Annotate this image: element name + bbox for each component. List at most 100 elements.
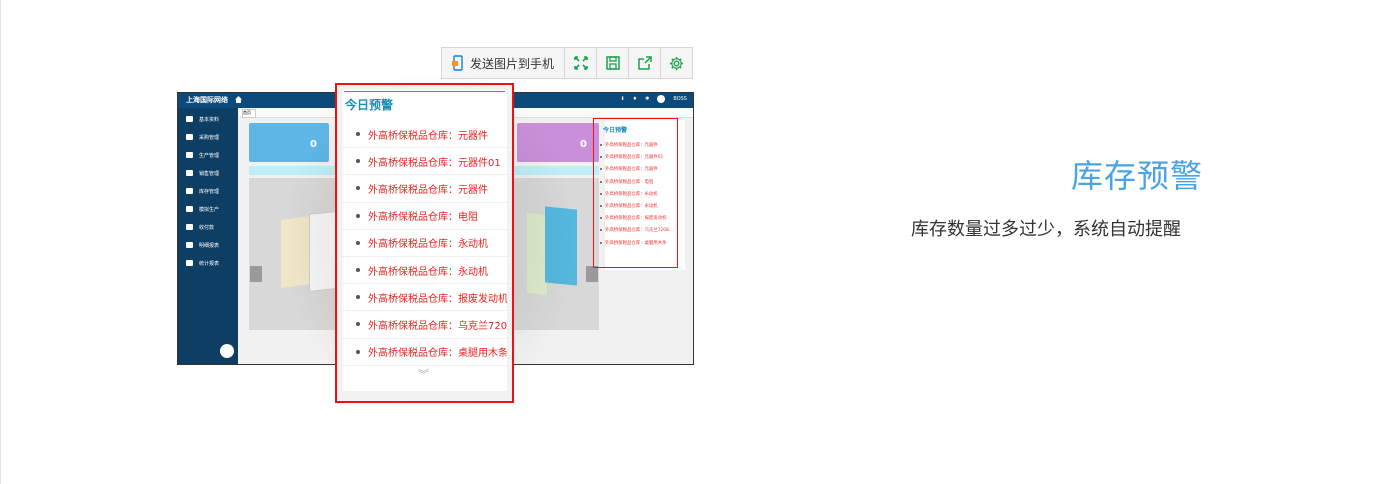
bullet-icon xyxy=(356,132,360,137)
carousel-next-icon xyxy=(586,266,598,282)
sidebar-item: 库存管理 xyxy=(178,182,238,200)
bullet-icon xyxy=(356,268,360,273)
menu-icon xyxy=(186,170,193,176)
tab-home: 首页 xyxy=(242,109,256,118)
alert-list-item[interactable]: 外高桥保税品仓库：元器件01 xyxy=(342,148,507,176)
bell-icon: ♦ xyxy=(632,96,638,102)
gear-icon: ✱ xyxy=(645,96,650,102)
alert-popup: 今日预警 外高桥保税品仓库：元器件 外高桥保税品仓库：元器件01 外高桥保税品仓… xyxy=(335,83,514,403)
sidebar-item: 统计报表 xyxy=(178,254,238,272)
list-item: 外高桥保税品仓库：元器件 xyxy=(600,163,673,175)
sidebar-item-label: 收付款 xyxy=(199,224,215,231)
sidebar-item: 基本资料 xyxy=(178,110,238,128)
list-item: 外高桥保税品仓库：元器件 xyxy=(600,139,673,151)
menu-icon xyxy=(186,134,193,140)
sidebar-item: 明细报表 xyxy=(178,236,238,254)
alert-list-item[interactable]: 外高桥保税品仓库：元器件 xyxy=(342,121,507,149)
carousel-prev-icon xyxy=(250,266,262,282)
alert-panel: 今日预警 外高桥保税品仓库：元器件 外高桥保税品仓库：元器件01 外高桥保税品仓… xyxy=(342,90,507,391)
bullet-icon xyxy=(356,295,360,300)
bullet-icon xyxy=(356,349,360,354)
save-button[interactable] xyxy=(597,48,630,78)
alert-item-text: 外高桥保税品仓库：乌克兰7208... xyxy=(368,320,507,332)
avatar xyxy=(657,95,666,103)
menu-icon xyxy=(186,116,193,122)
save-icon xyxy=(605,56,620,70)
alert-item-text: 外高桥保税品仓库：桌腿用木条 xyxy=(368,348,507,360)
bullet-icon xyxy=(356,322,360,327)
sidebar-item-label: 销售管理 xyxy=(199,170,220,177)
user-name: BOSS xyxy=(673,96,687,102)
list-item: 外高桥保税品仓库：桌腿用木条 xyxy=(600,237,673,249)
settings-icon xyxy=(669,56,684,70)
menu-icon xyxy=(186,206,193,212)
small-alert-list: 外高桥保税品仓库：元器件 外高桥保税品仓库：元器件01 外高桥保税品仓库：元器件… xyxy=(600,139,673,249)
list-item: 外高桥保税品仓库：电阻 xyxy=(600,176,673,188)
list-item: 外高桥保税品仓库：永动机 xyxy=(600,200,673,212)
app-brand: 上海国际网络 xyxy=(186,96,228,104)
alert-item-text: 外高桥保税品仓库：元器件 xyxy=(368,130,488,142)
search-icon xyxy=(186,242,193,248)
fullscreen-button[interactable] xyxy=(565,48,598,78)
alert-list: 外高桥保税品仓库：元器件 外高桥保税品仓库：元器件01 外高桥保税品仓库：元器件… xyxy=(342,121,507,366)
feature-title: 库存预警 xyxy=(1071,157,1204,195)
sidebar-item-label: 生产管理 xyxy=(199,152,220,159)
alert-item-text: 外高桥保税品仓库：元器件01 xyxy=(368,157,501,169)
bullet-icon xyxy=(356,240,360,245)
bullet-icon xyxy=(356,159,360,164)
alert-title: 今日预警 xyxy=(345,98,394,112)
alert-list-item[interactable]: 外高桥保税品仓库：永动机 xyxy=(342,257,507,285)
sidebar-item-label: 模拟生产 xyxy=(199,206,220,213)
menu-icon xyxy=(186,224,193,230)
list-item: 外高桥保税品仓库：永动机 xyxy=(600,188,673,200)
alert-item-text: 外高桥保税品仓库：报废发动机 xyxy=(368,293,507,305)
list-item: 外高桥保税品仓库：乌克兰7208... xyxy=(600,224,673,236)
small-alert-title: 今日预警 xyxy=(603,127,628,134)
send-to-phone-button[interactable]: 发送图片到手机 xyxy=(442,48,566,78)
collapse-icon xyxy=(220,344,234,358)
sidebar-item: 模拟生产 xyxy=(178,200,238,218)
app-sidebar: 基本资料 采购管理 生产管理 销售管理 库存管理 模拟生产 收付款 明细报表 统… xyxy=(178,108,238,364)
menu-icon xyxy=(186,188,193,194)
share-button[interactable] xyxy=(629,48,662,78)
alert-item-text: 外高桥保税品仓库：永动机 xyxy=(368,239,488,251)
sidebar-item: 收付款 xyxy=(178,218,238,236)
chevron-double-down-icon[interactable]: ︾ xyxy=(418,366,429,382)
panel-top-line xyxy=(344,91,505,92)
stat-value: 0 xyxy=(580,139,587,150)
alert-list-item[interactable]: 外高桥保税品仓库：永动机 xyxy=(342,230,507,257)
alert-item-text: 外高桥保税品仓库：永动机 xyxy=(368,266,488,278)
share-icon xyxy=(637,56,652,70)
alert-list-item[interactable]: 外高桥保税品仓库：乌克兰7208... xyxy=(342,311,507,339)
alert-list-item[interactable]: 外高桥保税品仓库：桌腿用木条 xyxy=(342,339,507,366)
topbar-user-area: ⬇ ♦ ✱ BOSS xyxy=(620,95,687,103)
menu-icon xyxy=(186,152,193,158)
bullet-icon xyxy=(356,186,360,191)
list-item: 外高桥保税品仓库：元器件01 xyxy=(600,151,673,163)
alert-list-item[interactable]: 外高桥保税品仓库：电阻 xyxy=(342,203,507,230)
sidebar-item: 生产管理 xyxy=(178,146,238,164)
alert-list-item[interactable]: 外高桥保税品仓库：报废发动机 xyxy=(342,284,507,312)
download-icon: ⬇ xyxy=(620,96,625,102)
sidebar-item-label: 基本资料 xyxy=(199,116,220,123)
feature-subtitle: 库存数量过多过少，系统自动提醒 xyxy=(911,219,1181,240)
sidebar-item-label: 统计报表 xyxy=(199,260,220,267)
send-to-phone-label: 发送图片到手机 xyxy=(470,56,555,71)
page-left-border xyxy=(0,0,1,484)
settings-button[interactable] xyxy=(661,48,692,78)
alert-item-text: 外高桥保税品仓库：电阻 xyxy=(368,212,478,224)
sidebar-item: 销售管理 xyxy=(178,164,238,182)
home-icon xyxy=(235,96,242,103)
bullet-icon xyxy=(356,213,360,218)
sidebar-item: 采购管理 xyxy=(178,128,238,146)
image-toolbar: 发送图片到手机 xyxy=(441,47,694,79)
sidebar-item-label: 采购管理 xyxy=(199,134,220,141)
alert-list-item[interactable]: 外高桥保税品仓库：元器件 xyxy=(342,175,507,203)
sidebar-item-label: 库存管理 xyxy=(199,188,220,195)
small-alert-highlight: 今日预警 外高桥保税品仓库：元器件 外高桥保税品仓库：元器件01 外高桥保税品仓… xyxy=(593,118,678,268)
chart-icon xyxy=(186,260,193,266)
alert-item-text: 外高桥保税品仓库：元器件 xyxy=(368,184,488,196)
phone-icon xyxy=(452,55,464,71)
list-item: 外高桥保税品仓库：报废发动机 xyxy=(600,212,673,224)
sidebar-item-label: 明细报表 xyxy=(199,242,220,249)
